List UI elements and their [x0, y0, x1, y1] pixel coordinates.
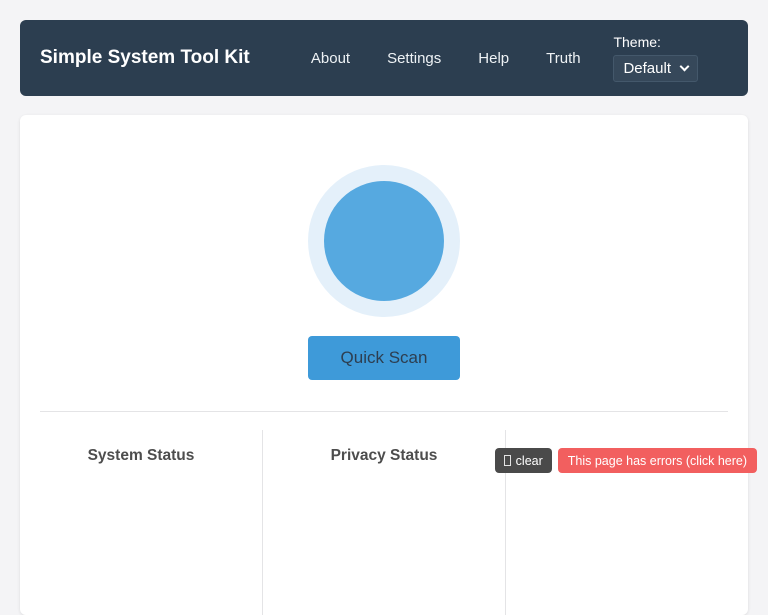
main-card: Quick Scan System Status Privacy Status: [20, 115, 748, 615]
system-status-column: System Status: [20, 430, 263, 615]
privacy-status-title: Privacy Status: [330, 447, 438, 464]
privacy-status-column: Privacy Status: [263, 430, 506, 615]
nav-link-truth[interactable]: Truth: [546, 50, 580, 67]
error-badge[interactable]: This page has errors (click here): [557, 448, 757, 473]
theme-control: Theme: Default: [613, 34, 698, 82]
chevron-down-icon: [679, 61, 690, 72]
clear-icon: [503, 455, 511, 466]
theme-select[interactable]: Default: [613, 55, 698, 82]
app-title: Simple System Tool Kit: [40, 47, 250, 68]
scan-circle-inner: [324, 181, 444, 301]
nav-links: About Settings Help Truth: [278, 50, 613, 67]
page: Simple System Tool Kit About Settings He…: [0, 0, 768, 615]
nav-link-settings[interactable]: Settings: [387, 50, 441, 67]
nav-link-about[interactable]: About: [311, 50, 350, 67]
scan-circle: [308, 165, 460, 317]
theme-selected-value: Default: [623, 60, 671, 77]
navbar: Simple System Tool Kit About Settings He…: [20, 20, 748, 96]
debug-overlay: clear This page has errors (click here): [494, 448, 757, 473]
divider: [40, 411, 728, 412]
nav-link-help[interactable]: Help: [478, 50, 509, 67]
theme-label: Theme:: [613, 34, 661, 50]
clear-button-label: clear: [515, 453, 543, 468]
quick-scan-button[interactable]: Quick Scan: [308, 336, 460, 380]
clear-button[interactable]: clear: [494, 448, 552, 473]
system-status-title: System Status: [87, 447, 195, 464]
